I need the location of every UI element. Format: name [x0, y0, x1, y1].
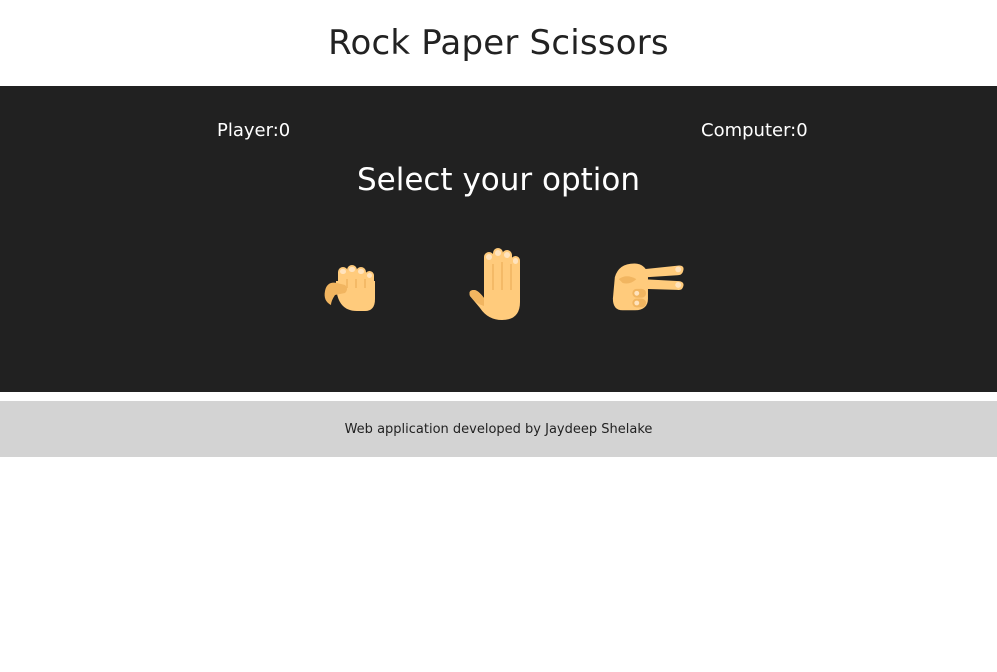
computer-score: Computer:0 — [701, 120, 808, 141]
rock-button[interactable] — [313, 244, 389, 324]
rock-fist-icon — [324, 265, 375, 311]
player-score-value: 0 — [278, 120, 291, 141]
page: Rock Paper Scissors Player:0 Computer:0 … — [0, 0, 997, 672]
site-footer: Web application developed by Jaydeep She… — [0, 401, 997, 457]
computer-score-label: Computer: — [701, 120, 797, 141]
footer-credit: Web application developed by Jaydeep She… — [344, 421, 653, 437]
computer-score-value: 0 — [796, 120, 808, 141]
paper-button[interactable] — [461, 244, 537, 324]
choice-buttons — [0, 244, 997, 324]
site-header: Rock Paper Scissors — [0, 0, 997, 86]
scissors-hand-icon — [612, 263, 684, 311]
paper-hand-icon — [469, 248, 520, 320]
scissors-button[interactable] — [609, 244, 685, 324]
select-option-prompt: Select your option — [356, 162, 641, 198]
page-title: Rock Paper Scissors — [328, 23, 669, 63]
game-panel: Player:0 Computer:0 Select your option — [0, 86, 997, 392]
player-score: Player:0 — [217, 120, 290, 141]
section-divider — [0, 392, 997, 401]
player-score-label: Player: — [217, 120, 279, 141]
